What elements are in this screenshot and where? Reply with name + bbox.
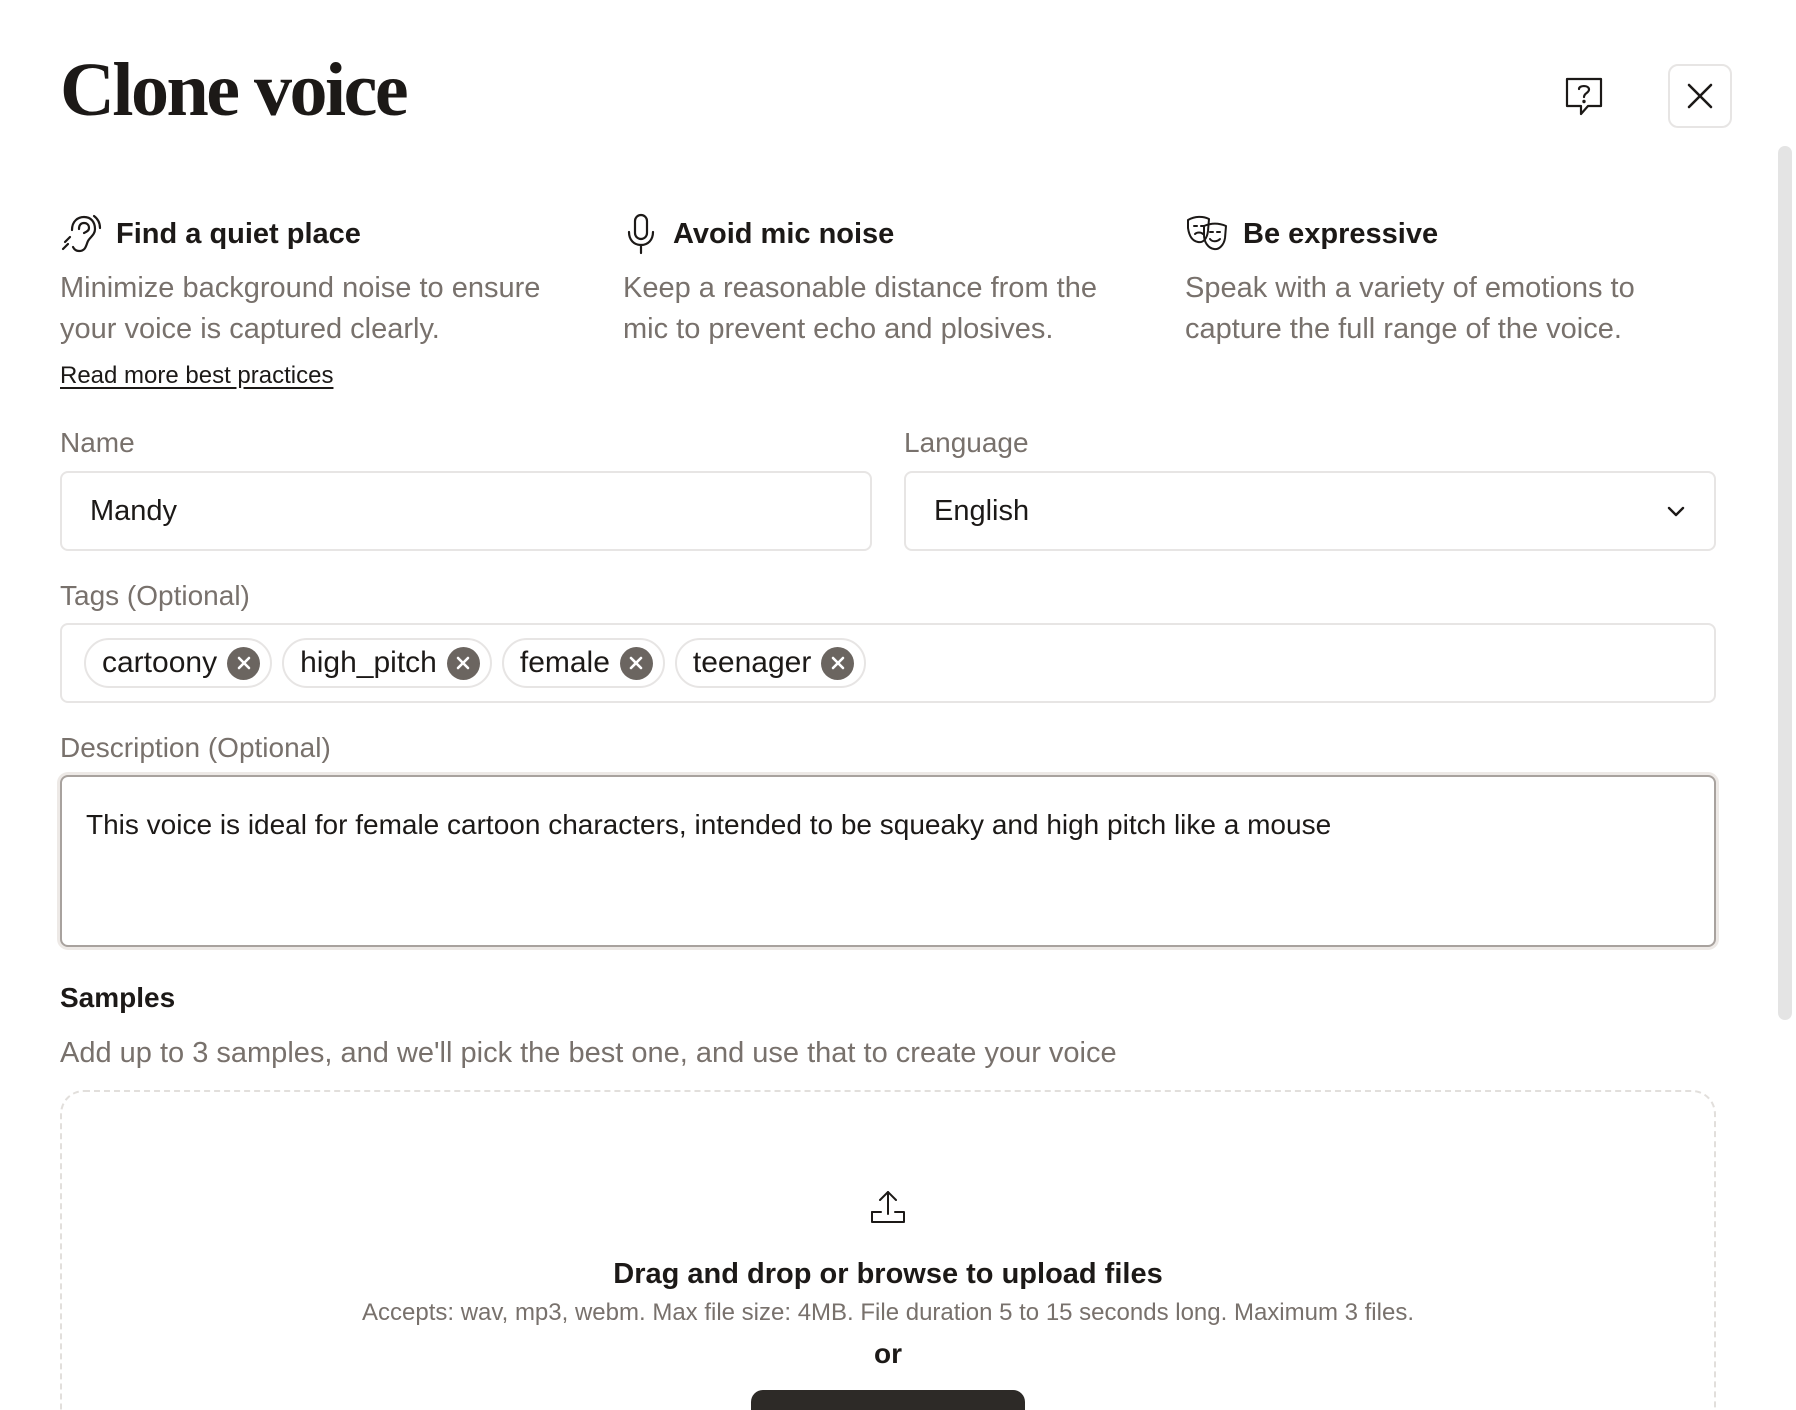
tag-label: teenager <box>692 646 812 679</box>
close-icon <box>630 656 643 670</box>
name-input[interactable]: Mandy <box>60 471 872 551</box>
samples-description: Add up to 3 samples, and we'll pick the … <box>60 1037 1117 1069</box>
close-icon <box>831 656 845 670</box>
dropzone-or: or <box>874 1338 902 1369</box>
language-select-value: English <box>934 494 1030 527</box>
upload-icon <box>871 1191 905 1223</box>
close-icon <box>237 656 250 670</box>
description-value: This voice is ideal for female cartoon c… <box>86 809 1332 840</box>
tip-expressive: Be expressive Speak with a variety of em… <box>1185 212 1695 350</box>
tip-mic-noise: Avoid mic noise Keep a reasonable distan… <box>623 212 1133 350</box>
close-icon <box>1687 83 1713 109</box>
samples-title: Samples <box>60 982 176 1013</box>
description-textarea[interactable]: This voice is ideal for female cartoon c… <box>60 775 1716 947</box>
browse-files-button[interactable] <box>751 1390 1025 1410</box>
tip-title: Avoid mic noise <box>673 217 895 250</box>
tip-quiet-place: Find a quiet place Minimize background n… <box>60 212 570 350</box>
close-icon <box>457 656 470 670</box>
tip-title: Find a quiet place <box>116 217 361 250</box>
remove-tag-button[interactable] <box>821 646 855 680</box>
language-label: Language <box>904 427 1029 458</box>
clone-voice-dialog: Clone voice Find a quiet place Minimize … <box>0 0 1796 1410</box>
dropzone-title: Drag and drop or browse to upload files <box>613 1258 1163 1290</box>
read-more-link[interactable]: Read more best practices <box>60 362 333 390</box>
chevron-down-icon <box>1667 506 1685 517</box>
close-button[interactable] <box>1668 64 1732 128</box>
description-label: Description (Optional) <box>60 732 331 763</box>
tag-label: cartoony <box>102 646 218 679</box>
tag-label: high_pitch <box>300 646 437 679</box>
tag-chip: high_pitch <box>282 638 492 688</box>
remove-tag-button[interactable] <box>619 646 653 680</box>
dropzone-accepts: Accepts: wav, mp3, webm. Max file size: … <box>362 1299 1414 1326</box>
tip-description: Minimize background noise to ensure your… <box>60 272 541 345</box>
tag-label: female <box>519 646 610 679</box>
tags-input[interactable]: cartoony high_pitch female teenager <box>60 623 1716 703</box>
tags-label: Tags (Optional) <box>60 580 250 611</box>
microphone-icon <box>627 213 655 255</box>
tip-title: Be expressive <box>1243 217 1439 250</box>
help-chat-icon <box>1565 77 1603 116</box>
ear-icon <box>61 214 102 253</box>
tip-description: Speak with a variety of emotions to capt… <box>1185 272 1635 345</box>
name-input-value: Mandy <box>90 494 178 527</box>
dialog-title: Clone voice <box>60 48 409 132</box>
language-select[interactable]: English <box>904 471 1716 551</box>
theater-masks-icon <box>1187 215 1227 251</box>
tag-chip: female <box>501 638 665 688</box>
tip-description: Keep a reasonable distance from the mic … <box>623 272 1097 345</box>
name-label: Name <box>60 427 135 458</box>
tag-chip: cartoony <box>84 638 273 688</box>
remove-tag-button[interactable] <box>446 646 480 680</box>
tag-chip: teenager <box>674 638 867 688</box>
remove-tag-button[interactable] <box>227 646 261 680</box>
scrollbar-thumb[interactable] <box>1778 146 1792 1020</box>
help-button[interactable] <box>1558 70 1610 122</box>
